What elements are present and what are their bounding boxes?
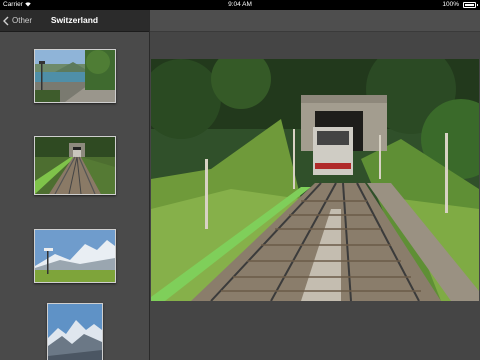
sidebar: Other Switzerland [0,10,150,360]
clock: 9:04 AM [228,1,252,8]
main-navigation-bar [150,10,480,32]
thumbnail-funicular[interactable] [34,136,116,195]
battery-percent: 100% [442,1,459,8]
thumbnail-snowy-peaks[interactable] [47,303,103,360]
thumbnail-signpost[interactable] [34,229,116,283]
battery-level [465,4,474,6]
status-bar: Carrier 9:04 AM 100% [0,0,480,10]
sidebar-title: Switzerland [50,15,99,25]
main-photo[interactable] [151,59,479,301]
thumbnail-lakeside[interactable] [34,49,116,103]
sidebar-navigation-bar: Other Switzerland [0,10,149,32]
battery-icon [463,2,478,8]
